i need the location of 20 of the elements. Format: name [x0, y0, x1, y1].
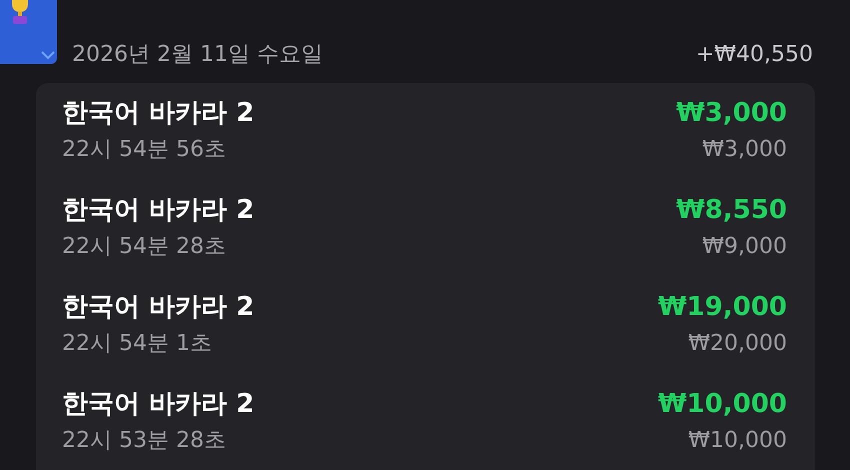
trophy-badge[interactable]: [0, 0, 57, 64]
game-title: 한국어 바카라 2: [62, 194, 254, 227]
stake-amount: ₩20,000: [688, 330, 787, 358]
game-title: 한국어 바카라 2: [62, 291, 254, 324]
bet-time: 22시 54분 56초: [62, 136, 227, 164]
daily-total: +₩40,550: [696, 41, 813, 69]
bet-time: 22시 54분 28초: [62, 233, 227, 261]
game-title: 한국어 바카라 2: [62, 97, 254, 130]
bet-time: 22시 53분 28초: [62, 427, 227, 455]
stake-amount: ₩10,000: [688, 427, 787, 455]
stake-amount: ₩9,000: [702, 233, 787, 261]
payout-amount: ₩19,000: [658, 291, 787, 324]
chevron-down-icon: [40, 50, 56, 60]
date-heading: 2026년 2월 11일 수요일: [72, 41, 323, 69]
game-title: 한국어 바카라 2: [62, 388, 254, 421]
stake-amount: ₩3,000: [702, 136, 787, 164]
payout-amount: ₩10,000: [658, 388, 787, 421]
payout-amount: ₩8,550: [676, 194, 787, 227]
bet-time: 22시 54분 1초: [62, 330, 213, 358]
payout-amount: ₩3,000: [676, 97, 787, 130]
